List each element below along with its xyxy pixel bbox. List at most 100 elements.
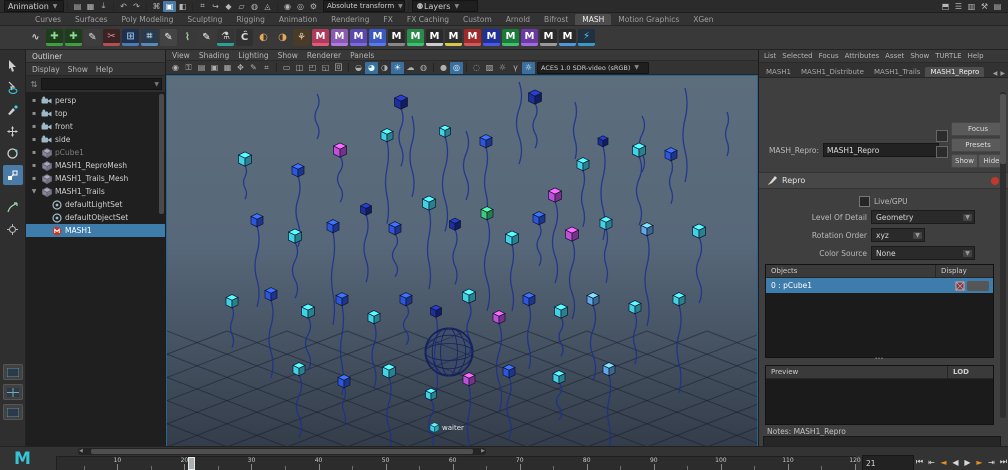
shelf-item-icon[interactable]: ✂ [103, 29, 120, 46]
playhead[interactable] [188, 457, 196, 470]
shelf-item-mash-icon[interactable]: M [502, 29, 519, 46]
rotate-tool[interactable] [3, 143, 23, 163]
use-all-lights-icon[interactable]: ☀ [391, 61, 404, 74]
layout-persp-outliner[interactable] [2, 404, 23, 420]
shelf-item-icon[interactable]: ⚗ [217, 29, 234, 46]
mash-waiter-widget[interactable]: waiter [429, 422, 464, 433]
step-forward-key-button[interactable]: ► [974, 456, 985, 469]
undo-icon[interactable]: ↶ [117, 1, 130, 12]
wireframe-icon[interactable]: ◒ [352, 62, 365, 74]
rotation-order-dropdown[interactable]: xyz ▼ [871, 228, 925, 242]
layers-dropdown[interactable]: ⚉ Layers ▼ [412, 0, 478, 12]
ipr-render-icon[interactable]: ◎ [294, 1, 307, 12]
outliner-item-MASH1[interactable]: MASH1 [26, 224, 165, 237]
shelf-item-icon[interactable]: ◐ [255, 29, 272, 46]
menuset-dropdown[interactable]: Animation ▼ [4, 0, 64, 12]
move-tool[interactable] [3, 121, 23, 141]
snap-point-icon[interactable]: ◆ [222, 1, 235, 12]
outliner-item-front[interactable]: ▪ front [26, 120, 165, 133]
ae-menu-attributes[interactable]: Attributes [845, 52, 880, 60]
shelf-item-icon[interactable]: ⌇ [179, 29, 196, 46]
ae-menu-show[interactable]: Show [910, 52, 929, 60]
exposure-icon[interactable]: ☼ [496, 62, 509, 74]
grease-pencil-icon[interactable]: ✎ [247, 62, 260, 74]
shelf-item-icon[interactable]: ∿ [27, 29, 44, 46]
shelf-item-mash-icon[interactable]: M [426, 29, 443, 46]
outliner-menu-help[interactable]: Help [96, 65, 113, 74]
shelf-tab-custom[interactable]: Custom [456, 14, 499, 25]
lasso-tool[interactable] [3, 77, 23, 97]
make-live-icon[interactable]: ◍ [248, 1, 261, 12]
ae-menu-selected[interactable]: Selected [782, 52, 812, 60]
shelf-tab-curves[interactable]: Curves [28, 14, 68, 25]
shelf-item-mash-icon[interactable]: M [540, 29, 557, 46]
select-camera-icon[interactable]: ◉ [169, 62, 182, 74]
step-forward-frame-button[interactable]: ⇥ [986, 456, 997, 469]
save-scene-icon[interactable]: ⤓ [97, 1, 110, 12]
motion-blur-icon[interactable]: ● [437, 62, 450, 74]
shelf-item-icon[interactable]: ✚ [65, 29, 82, 46]
viewport-menu-panels[interactable]: Panels [350, 51, 374, 60]
shelf-item-icon[interactable]: ✎ [160, 29, 177, 46]
render-settings-icon[interactable]: ⚙ [307, 1, 320, 12]
shelf-item-mash-icon[interactable]: M [407, 29, 424, 46]
shelf-item-mash-icon[interactable]: M [388, 29, 405, 46]
outliner-menu-display[interactable]: Display [32, 65, 60, 74]
outliner-item-persp[interactable]: ▪ persp [26, 94, 165, 107]
shelf-item-mash-icon[interactable]: M [312, 29, 329, 46]
screen-space-ao-icon[interactable]: ◍ [417, 62, 430, 74]
viewport-menu-shading[interactable]: Shading [199, 51, 229, 60]
node-name-field[interactable]: MASH1_Repro [823, 143, 939, 157]
objects-column-header[interactable]: Objects [766, 265, 935, 277]
shelf-item-mash-icon[interactable]: M [464, 29, 481, 46]
grid-icon[interactable]: ⌗ [260, 62, 273, 74]
viewport-menu-lighting[interactable]: Lighting [238, 51, 268, 60]
attribute-editor-scrollbar[interactable] [1000, 92, 1006, 418]
go-to-start-button[interactable]: ⏮ [914, 456, 925, 469]
current-frame-field[interactable]: 21 [862, 455, 914, 470]
gate-mask-icon[interactable]: ◰ [306, 62, 319, 74]
pin-tab-checkbox[interactable] [936, 130, 948, 142]
bookmark-icon[interactable]: ▣ [208, 62, 221, 74]
shelf-item-mash-icon[interactable]: M [350, 29, 367, 46]
outliner-item-MASH1_ReproMesh[interactable]: ▪ MASH1_ReproMesh [26, 159, 165, 172]
view-transform-dropdown[interactable]: ACES 1.0 SDR-video (sRGB) ▼ [537, 61, 649, 74]
new-scene-icon[interactable]: ▤ [71, 1, 84, 12]
shelf-item-mash-icon[interactable]: M [483, 29, 500, 46]
2d-pan-zoom-icon[interactable]: ✥ [234, 62, 247, 74]
shelf-tab-fx-caching[interactable]: FX Caching [400, 14, 456, 25]
outliner-scrollbar[interactable] [159, 94, 164, 214]
range-slider[interactable]: ◀ ▶ [78, 448, 486, 455]
mash-section-banner[interactable]: Repro [759, 172, 1008, 189]
shaded-icon[interactable]: ◕ [365, 61, 378, 74]
presets-button[interactable]: Presets [951, 138, 1005, 152]
outliner-item-defaultLightSet[interactable]: defaultLightSet [26, 198, 165, 211]
focus-button[interactable]: Focus [951, 122, 1005, 136]
film-gate-icon[interactable]: ▭ [280, 62, 293, 74]
filter-icon[interactable]: ⇅ [29, 79, 39, 90]
show-button[interactable]: Show [951, 154, 978, 168]
shelf-tab-sculpting[interactable]: Sculpting [180, 14, 229, 25]
ae-tab-MASH1[interactable]: MASH1 [761, 67, 796, 77]
toggle-channel-box-icon[interactable]: ▤ [991, 1, 1004, 12]
shelf-tab-bifrost[interactable]: Bifrost [537, 14, 575, 25]
shelf-item-icon[interactable]: ⚘ [293, 29, 310, 46]
snap-grid-icon[interactable]: ⌗ [196, 1, 209, 12]
shelf-tab-rendering[interactable]: Rendering [324, 14, 376, 25]
open-scene-icon[interactable]: ▦ [84, 1, 97, 12]
anti-alias-icon[interactable]: ◎ [450, 61, 463, 74]
lod-column-header[interactable]: LOD [947, 366, 993, 378]
viewport-menu-view[interactable]: View [172, 51, 190, 60]
select-component-icon[interactable]: ◧ [176, 1, 189, 12]
snap-curve-icon[interactable]: ↪ [209, 1, 222, 12]
camera-attributes-icon[interactable]: ▤ [195, 62, 208, 74]
play-forwards-button[interactable]: ▶ [962, 456, 973, 469]
lock-camera-icon[interactable]: ⚿ [182, 62, 195, 74]
ae-menu-list[interactable]: List [764, 52, 776, 60]
custom-tool[interactable] [3, 219, 23, 239]
viewport-canvas[interactable]: waiter [166, 75, 758, 448]
display-toggle[interactable] [967, 280, 989, 291]
redo-icon[interactable]: ↷ [130, 1, 143, 12]
select-object-icon[interactable]: ▣ [163, 0, 176, 12]
outliner-menu-show[interactable]: Show [68, 65, 88, 74]
